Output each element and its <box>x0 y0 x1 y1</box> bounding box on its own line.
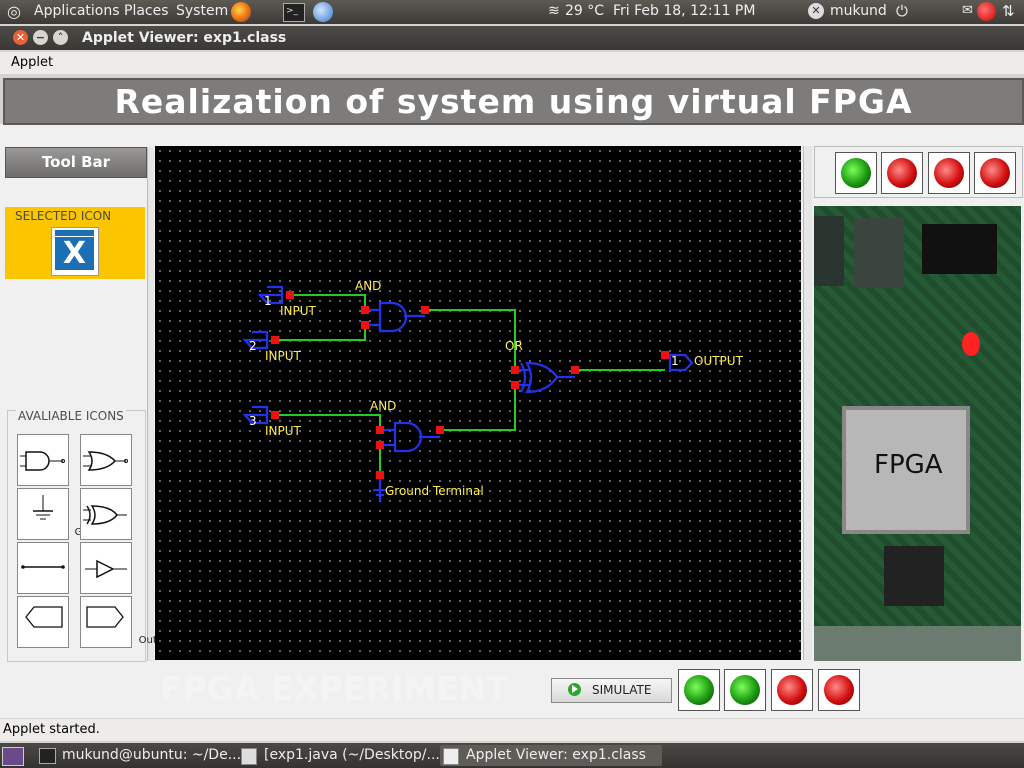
window-title: Applet Viewer: exp1.class <box>82 30 287 46</box>
experiment-title: FPGA EXPERIMENT <box>160 669 509 708</box>
led-2 <box>881 152 923 194</box>
power-icon[interactable]: ⏻ <box>896 2 908 20</box>
ground-icon[interactable]: Ground <box>17 488 111 540</box>
top-panel: ◎ Applications Places System >_ ≋ 29 °C … <box>0 0 1024 24</box>
fpga-board-image: FPGA <box>814 206 1021 661</box>
or-gate-label: OR <box>505 339 523 353</box>
output-label: OUTPUT <box>694 354 743 368</box>
task-applet-viewer[interactable]: Applet Viewer: exp1.class <box>440 745 662 766</box>
led-1 <box>835 152 877 194</box>
selected-icon-panel: SELECTED ICON X <box>5 207 145 279</box>
input-3-label: INPUT <box>265 424 301 438</box>
menu-places[interactable]: Places <box>124 3 169 19</box>
close-icon[interactable]: ✕ <box>13 30 28 45</box>
output-pin-icon[interactable]: Output <box>80 596 173 648</box>
weather-temp[interactable]: 29 °C <box>565 3 604 19</box>
terminal-icon[interactable]: >_ <box>283 3 305 22</box>
circuit-diagram <box>242 285 694 501</box>
fpga-chip: FPGA <box>842 406 970 534</box>
toolbar-button[interactable]: Tool Bar <box>5 147 147 178</box>
mail-icon[interactable]: ✉ <box>962 3 973 18</box>
window-titlebar[interactable]: ✕ − ˄ Applet Viewer: exp1.class <box>0 26 1024 50</box>
simulate-button[interactable]: SIMULATE <box>551 678 672 703</box>
minimize-icon[interactable]: − <box>33 30 48 45</box>
status-text: Applet started. <box>3 722 100 737</box>
maximize-icon[interactable]: ˄ <box>53 30 68 45</box>
user-status-icon[interactable]: ✕ <box>808 3 824 19</box>
menu-applications[interactable]: Applications <box>34 3 120 19</box>
text-editor-task-icon <box>241 748 257 765</box>
ground-terminal-label: Ground Terminal <box>385 484 484 498</box>
xor-gate-icon[interactable] <box>80 488 132 540</box>
input-1-label: INPUT <box>280 304 316 318</box>
input-1-number: 1 <box>264 294 272 308</box>
terminal-task-icon <box>39 748 56 764</box>
and-gate-1-label: AND <box>355 279 382 293</box>
simulate-label: SIMULATE <box>592 683 652 697</box>
wire-icon[interactable]: Wire <box>17 542 104 594</box>
output-led-panel <box>814 146 1023 198</box>
led-4 <box>974 152 1016 194</box>
bottom-led-1 <box>678 669 720 711</box>
show-desktop-icon[interactable] <box>2 747 24 766</box>
right-splitter[interactable] <box>803 146 812 660</box>
notification-icon[interactable] <box>977 2 996 21</box>
output-1-number: 1 <box>671 354 679 368</box>
clock[interactable]: Fri Feb 18, 12:11 PM <box>613 3 755 19</box>
user-name[interactable]: mukund <box>830 3 887 19</box>
circuit-canvas[interactable]: AND AND OR 1 2 3 INPUT INPUT INPUT 1 OUT… <box>155 146 801 660</box>
and-gate-2-label: AND <box>370 399 397 413</box>
applet-task-icon <box>443 748 459 765</box>
applet-menubar: Applet <box>0 52 1024 74</box>
input-3-number: 3 <box>249 414 257 428</box>
input-2-label: INPUT <box>265 349 301 363</box>
fpga-chip-label: FPGA <box>874 450 943 480</box>
buffer-gate-icon[interactable] <box>80 542 132 594</box>
bottom-led-3 <box>771 669 813 711</box>
left-splitter[interactable] <box>147 147 154 661</box>
browser-icon[interactable] <box>313 2 333 22</box>
available-icons-panel: AVALIABLE ICONS Ground Wire Input Output <box>7 409 173 662</box>
ubuntu-logo-icon[interactable]: ◎ <box>7 2 21 21</box>
bottom-led-4 <box>818 669 860 711</box>
page-title: Realization of system using virtual FPGA <box>3 78 1024 125</box>
led-3 <box>928 152 970 194</box>
taskbar: mukund@ubuntu: ~/De... [exp1.java (~/Des… <box>0 743 1024 768</box>
network-icon[interactable]: ⇅ <box>1002 2 1015 20</box>
menu-system[interactable]: System <box>176 3 228 19</box>
task-terminal[interactable]: mukund@ubuntu: ~/De... <box>36 745 258 766</box>
available-icons-title: AVALIABLE ICONS <box>16 409 126 423</box>
firefox-icon[interactable] <box>231 2 251 22</box>
selected-xref-icon: X <box>51 227 99 276</box>
and-gate-icon[interactable] <box>17 434 69 486</box>
task-gedit[interactable]: [exp1.java (~/Desktop/... <box>238 745 460 766</box>
weather-icon[interactable]: ≋ <box>548 3 560 19</box>
bottom-led-2 <box>724 669 766 711</box>
selected-icon-title: SELECTED ICON <box>15 209 112 223</box>
or-gate-icon[interactable] <box>80 434 132 486</box>
input-pin-icon[interactable]: Input <box>17 596 106 648</box>
menu-applet[interactable]: Applet <box>11 55 53 70</box>
input-2-number: 2 <box>249 339 257 353</box>
status-bar: Applet started. <box>0 719 1024 741</box>
